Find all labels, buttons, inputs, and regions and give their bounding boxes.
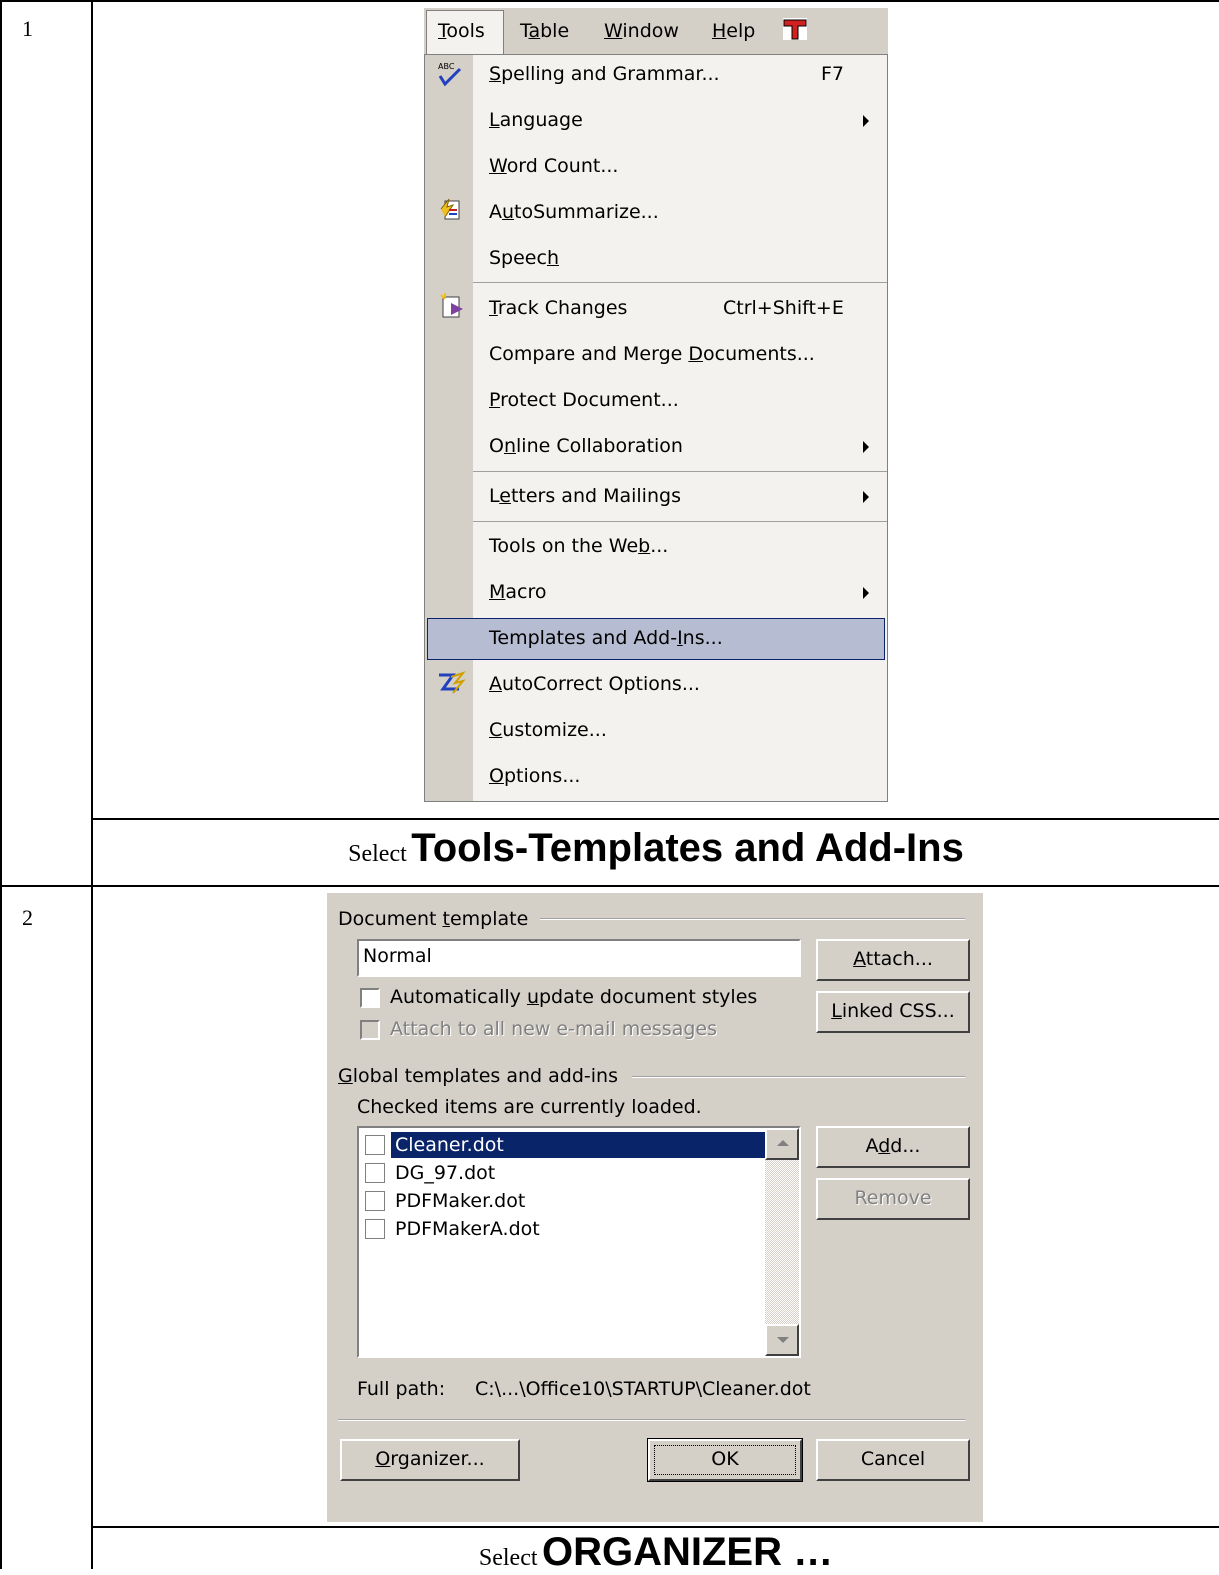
autocorrect-icon xyxy=(439,670,466,694)
menu-item-customize[interactable]: Customize... xyxy=(489,719,607,741)
submenu-arrow-icon xyxy=(863,587,869,599)
shortcut-track-changes: Ctrl+Shift+E xyxy=(723,297,844,319)
template-checkbox[interactable] xyxy=(365,1135,385,1155)
step-2-caption: Select ORGANIZER … xyxy=(93,1530,1219,1575)
step-number-1: 1 xyxy=(22,16,33,41)
menu-item-online-collaboration[interactable]: Online Collaboration xyxy=(489,435,683,457)
row-divider xyxy=(0,885,1219,887)
menu-item-language[interactable]: Language xyxy=(489,109,583,131)
menu-item-protect-document[interactable]: Protect Document... xyxy=(489,389,679,411)
menu-item-options[interactable]: Options... xyxy=(489,765,580,787)
dialog-separator xyxy=(338,1419,965,1421)
red-t-icon[interactable] xyxy=(782,17,808,41)
focus-rect xyxy=(654,1445,796,1475)
row2-caption-divider xyxy=(91,1526,1219,1528)
submenu-arrow-icon xyxy=(863,115,869,127)
autosummarize-icon xyxy=(440,198,460,220)
scroll-up-arrow-icon xyxy=(777,1140,789,1146)
template-checkbox[interactable] xyxy=(365,1191,385,1211)
scroll-down-button[interactable] xyxy=(765,1324,799,1356)
document-template-group-label: Document template xyxy=(338,908,529,930)
list-scrollbar[interactable] xyxy=(765,1128,799,1356)
menu-separator xyxy=(473,521,887,522)
row1-caption-divider xyxy=(91,818,1219,820)
shortcut-spelling: F7 xyxy=(821,63,845,85)
caption-main: Tools-Templates and Add-Ins xyxy=(411,826,964,870)
table-left-border xyxy=(0,0,2,1569)
menu-item-autocorrect[interactable]: AutoCorrect Options... xyxy=(489,673,700,695)
templates-list[interactable]: Cleaner.dot DG_97.dot PDFMaker.dot PDFMa… xyxy=(357,1126,801,1358)
menu-separator xyxy=(473,282,887,283)
scroll-up-button[interactable] xyxy=(765,1128,799,1160)
table-column-divider xyxy=(91,0,93,1569)
template-name: PDFMakerA.dot xyxy=(395,1218,540,1240)
track-changes-icon xyxy=(440,293,463,318)
menu-item-track-changes[interactable]: Track Changes xyxy=(489,297,627,319)
menu-table[interactable]: Table xyxy=(520,20,569,42)
menu-separator xyxy=(473,471,887,472)
document-template-value: Normal xyxy=(363,945,432,967)
svg-text:ABC: ABC xyxy=(438,62,455,71)
linked-css-button[interactable]: Linked CSS... xyxy=(816,991,970,1033)
submenu-arrow-icon xyxy=(863,441,869,453)
attach-email-checkbox xyxy=(360,1020,380,1040)
organizer-button[interactable]: Organizer... xyxy=(340,1439,520,1481)
full-path-label: Full path: xyxy=(357,1378,446,1400)
cancel-button[interactable]: Cancel xyxy=(816,1439,970,1481)
attach-button[interactable]: Attach... xyxy=(816,939,970,981)
template-name: PDFMaker.dot xyxy=(395,1190,526,1212)
menu-help[interactable]: Help xyxy=(712,20,755,42)
menu-item-word-count[interactable]: Word Count... xyxy=(489,155,618,177)
attach-email-label: Attach to all new e-mail messages xyxy=(390,1018,717,1040)
menu-item-compare-merge[interactable]: Compare and Merge Documents... xyxy=(489,343,815,365)
menu-tools-label[interactable]: Tools xyxy=(438,20,485,42)
ok-button[interactable]: OK xyxy=(647,1438,803,1482)
checked-items-note: Checked items are currently loaded. xyxy=(357,1096,702,1118)
template-name: Cleaner.dot xyxy=(395,1134,504,1156)
scroll-down-arrow-icon xyxy=(777,1337,789,1343)
menu-item-spelling[interactable]: Spelling and Grammar... xyxy=(489,63,720,85)
document-template-input[interactable]: Normal xyxy=(357,939,801,977)
spelling-abc-icon: ABC xyxy=(438,62,462,87)
group-line xyxy=(540,918,965,920)
tools-dropdown: ABC Spelling and Grammar... F7 Language … xyxy=(424,54,888,802)
global-templates-group-label: Global templates and add-ins xyxy=(338,1065,618,1087)
menu-item-letters-mailings[interactable]: Letters and Mailings xyxy=(489,485,681,507)
add-button[interactable]: Add... xyxy=(816,1126,970,1168)
menu-item-speech[interactable]: Speech xyxy=(489,247,559,269)
menu-item-autosummarize[interactable]: AutoSummarize... xyxy=(489,201,659,223)
menu-window[interactable]: Window xyxy=(604,20,679,42)
menu-item-tools-on-web[interactable]: Tools on the Web... xyxy=(489,535,668,557)
remove-button: Remove xyxy=(816,1178,970,1220)
menu-item-macro[interactable]: Macro xyxy=(489,581,547,603)
template-name: DG_97.dot xyxy=(395,1162,496,1184)
caption-main: ORGANIZER … xyxy=(541,1530,834,1574)
full-path-value: C:\...\Office10\STARTUP\Cleaner.dot xyxy=(475,1378,811,1400)
auto-update-checkbox[interactable] xyxy=(360,988,380,1008)
auto-update-label: Automatically update document styles xyxy=(390,986,758,1008)
group-line xyxy=(632,1076,965,1078)
submenu-arrow-icon xyxy=(863,491,869,503)
caption-prefix: Select xyxy=(348,841,407,867)
template-checkbox[interactable] xyxy=(365,1163,385,1183)
step-number-2: 2 xyxy=(22,905,33,930)
caption-prefix: Select xyxy=(478,1545,538,1571)
template-checkbox[interactable] xyxy=(365,1219,385,1239)
table-top-border xyxy=(0,0,1219,2)
step-1-caption: Select Tools-Templates and Add-Ins xyxy=(93,826,1219,871)
menu-item-templates-addins[interactable]: Templates and Add-Ins... xyxy=(489,627,723,649)
